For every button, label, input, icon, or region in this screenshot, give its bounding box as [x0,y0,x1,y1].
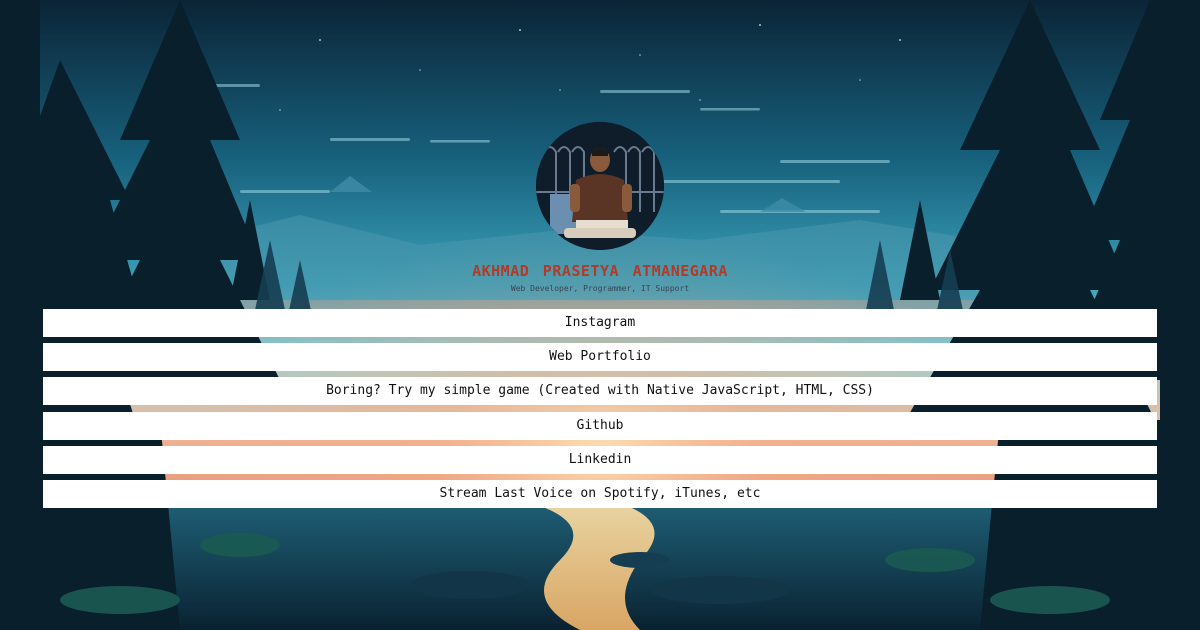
link-list: Instagram Web Portfolio Boring? Try my s… [43,309,1157,514]
linkedin-link-button[interactable]: Linkedin [43,445,1157,474]
avatar [536,122,664,250]
instagram-link-button[interactable]: Instagram [43,309,1157,337]
profile-subtitle: Web Developer, Programmer, IT Support [510,284,690,293]
profile-page: AKHMAD PRASETYA ATMANEGARA Web Developer… [0,0,1200,630]
web-portfolio-link-button[interactable]: Web Portfolio [43,343,1157,372]
profile-name: AKHMAD PRASETYA ATMANEGARA [472,262,728,280]
simple-game-link-button[interactable]: Boring? Try my simple game (Created with… [43,377,1157,406]
github-link-button[interactable]: Github [43,411,1157,440]
spotify-stream-link-button[interactable]: Stream Last Voice on Spotify, iTunes, et… [43,479,1157,508]
person-photo-icon [536,122,664,250]
